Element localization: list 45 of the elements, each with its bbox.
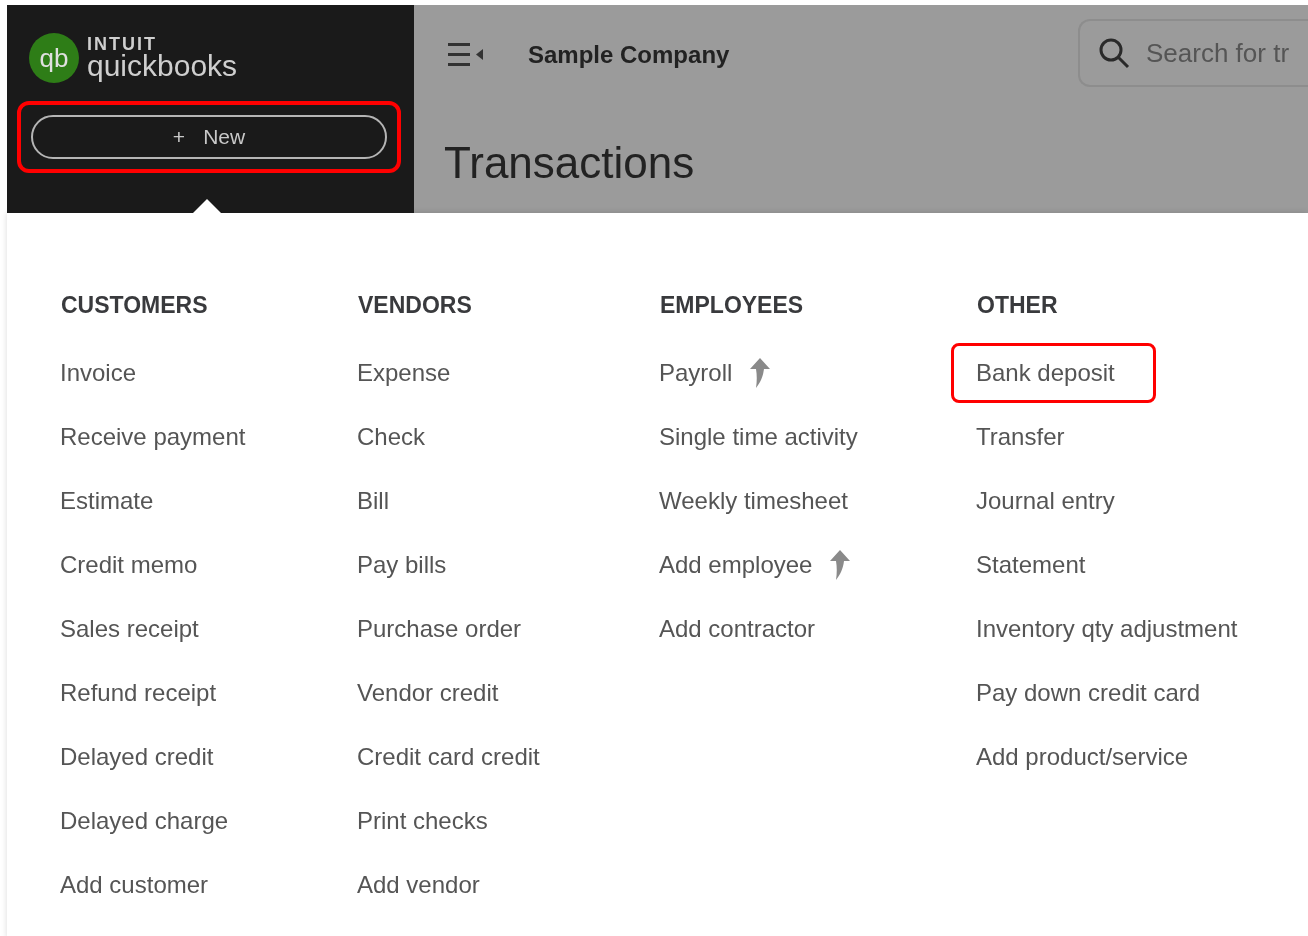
upgrade-arrow-icon <box>828 549 853 581</box>
search-icon <box>1098 37 1130 69</box>
menu-item[interactable]: Pay down credit card <box>976 675 1201 711</box>
menu-item[interactable]: Add contractor <box>659 611 816 647</box>
menu-item[interactable]: Purchase order <box>357 611 522 647</box>
menu-item[interactable]: Sales receipt <box>60 611 199 647</box>
brand-name: quickbooks <box>87 51 238 81</box>
column-heading: VENDORS <box>358 291 473 319</box>
company-name: Sample Company <box>528 40 730 70</box>
menu-item[interactable]: Invoice <box>60 355 137 391</box>
menu-item[interactable]: Bank deposit <box>976 355 1115 391</box>
menu-item[interactable]: Estimate <box>60 483 154 519</box>
menu-item[interactable]: Delayed charge <box>60 803 229 839</box>
menu-item[interactable]: Inventory qty adjustment <box>976 611 1238 647</box>
column-heading: CUSTOMERS <box>61 291 209 319</box>
menu-item[interactable]: Vendor credit <box>357 675 499 711</box>
logo-mark: qb <box>39 45 69 71</box>
menu-item[interactable]: Add employee <box>659 547 813 583</box>
menu-item[interactable]: Statement <box>976 547 1086 583</box>
menu-item[interactable]: Add product/service <box>976 739 1189 775</box>
menu-item[interactable]: Refund receipt <box>60 675 217 711</box>
menu-item[interactable]: Delayed credit <box>60 739 214 775</box>
menu-item[interactable]: Expense <box>357 355 451 391</box>
menu-icon[interactable] <box>448 42 486 68</box>
column-heading: EMPLOYEES <box>660 291 805 319</box>
column-heading: OTHER <box>977 291 1059 319</box>
menu-item[interactable]: Payroll <box>659 355 733 391</box>
new-button[interactable]: + New <box>31 115 387 159</box>
menu-item[interactable]: Pay bills <box>357 547 447 583</box>
menu-item[interactable]: Add customer <box>60 867 209 903</box>
brand-top: INTUIT <box>87 35 158 53</box>
menu-item[interactable]: Add vendor <box>357 867 480 903</box>
menu-item[interactable]: Single time activity <box>659 419 858 455</box>
menu-item[interactable]: Credit memo <box>60 547 198 583</box>
menu-item[interactable]: Weekly timesheet <box>659 483 848 519</box>
page-title: Transactions <box>444 141 696 185</box>
menu-item[interactable]: Bill <box>357 483 389 519</box>
search-placeholder: Search for tr <box>1146 36 1290 70</box>
upgrade-arrow-icon <box>748 357 773 389</box>
menu-item[interactable]: Credit card credit <box>357 739 540 775</box>
menu-item[interactable]: Check <box>357 419 426 455</box>
menu-item[interactable]: Journal entry <box>976 483 1115 519</box>
menu-item[interactable]: Transfer <box>976 419 1065 455</box>
menu-item[interactable]: Receive payment <box>60 419 246 455</box>
menu-item[interactable]: Print checks <box>357 803 488 839</box>
